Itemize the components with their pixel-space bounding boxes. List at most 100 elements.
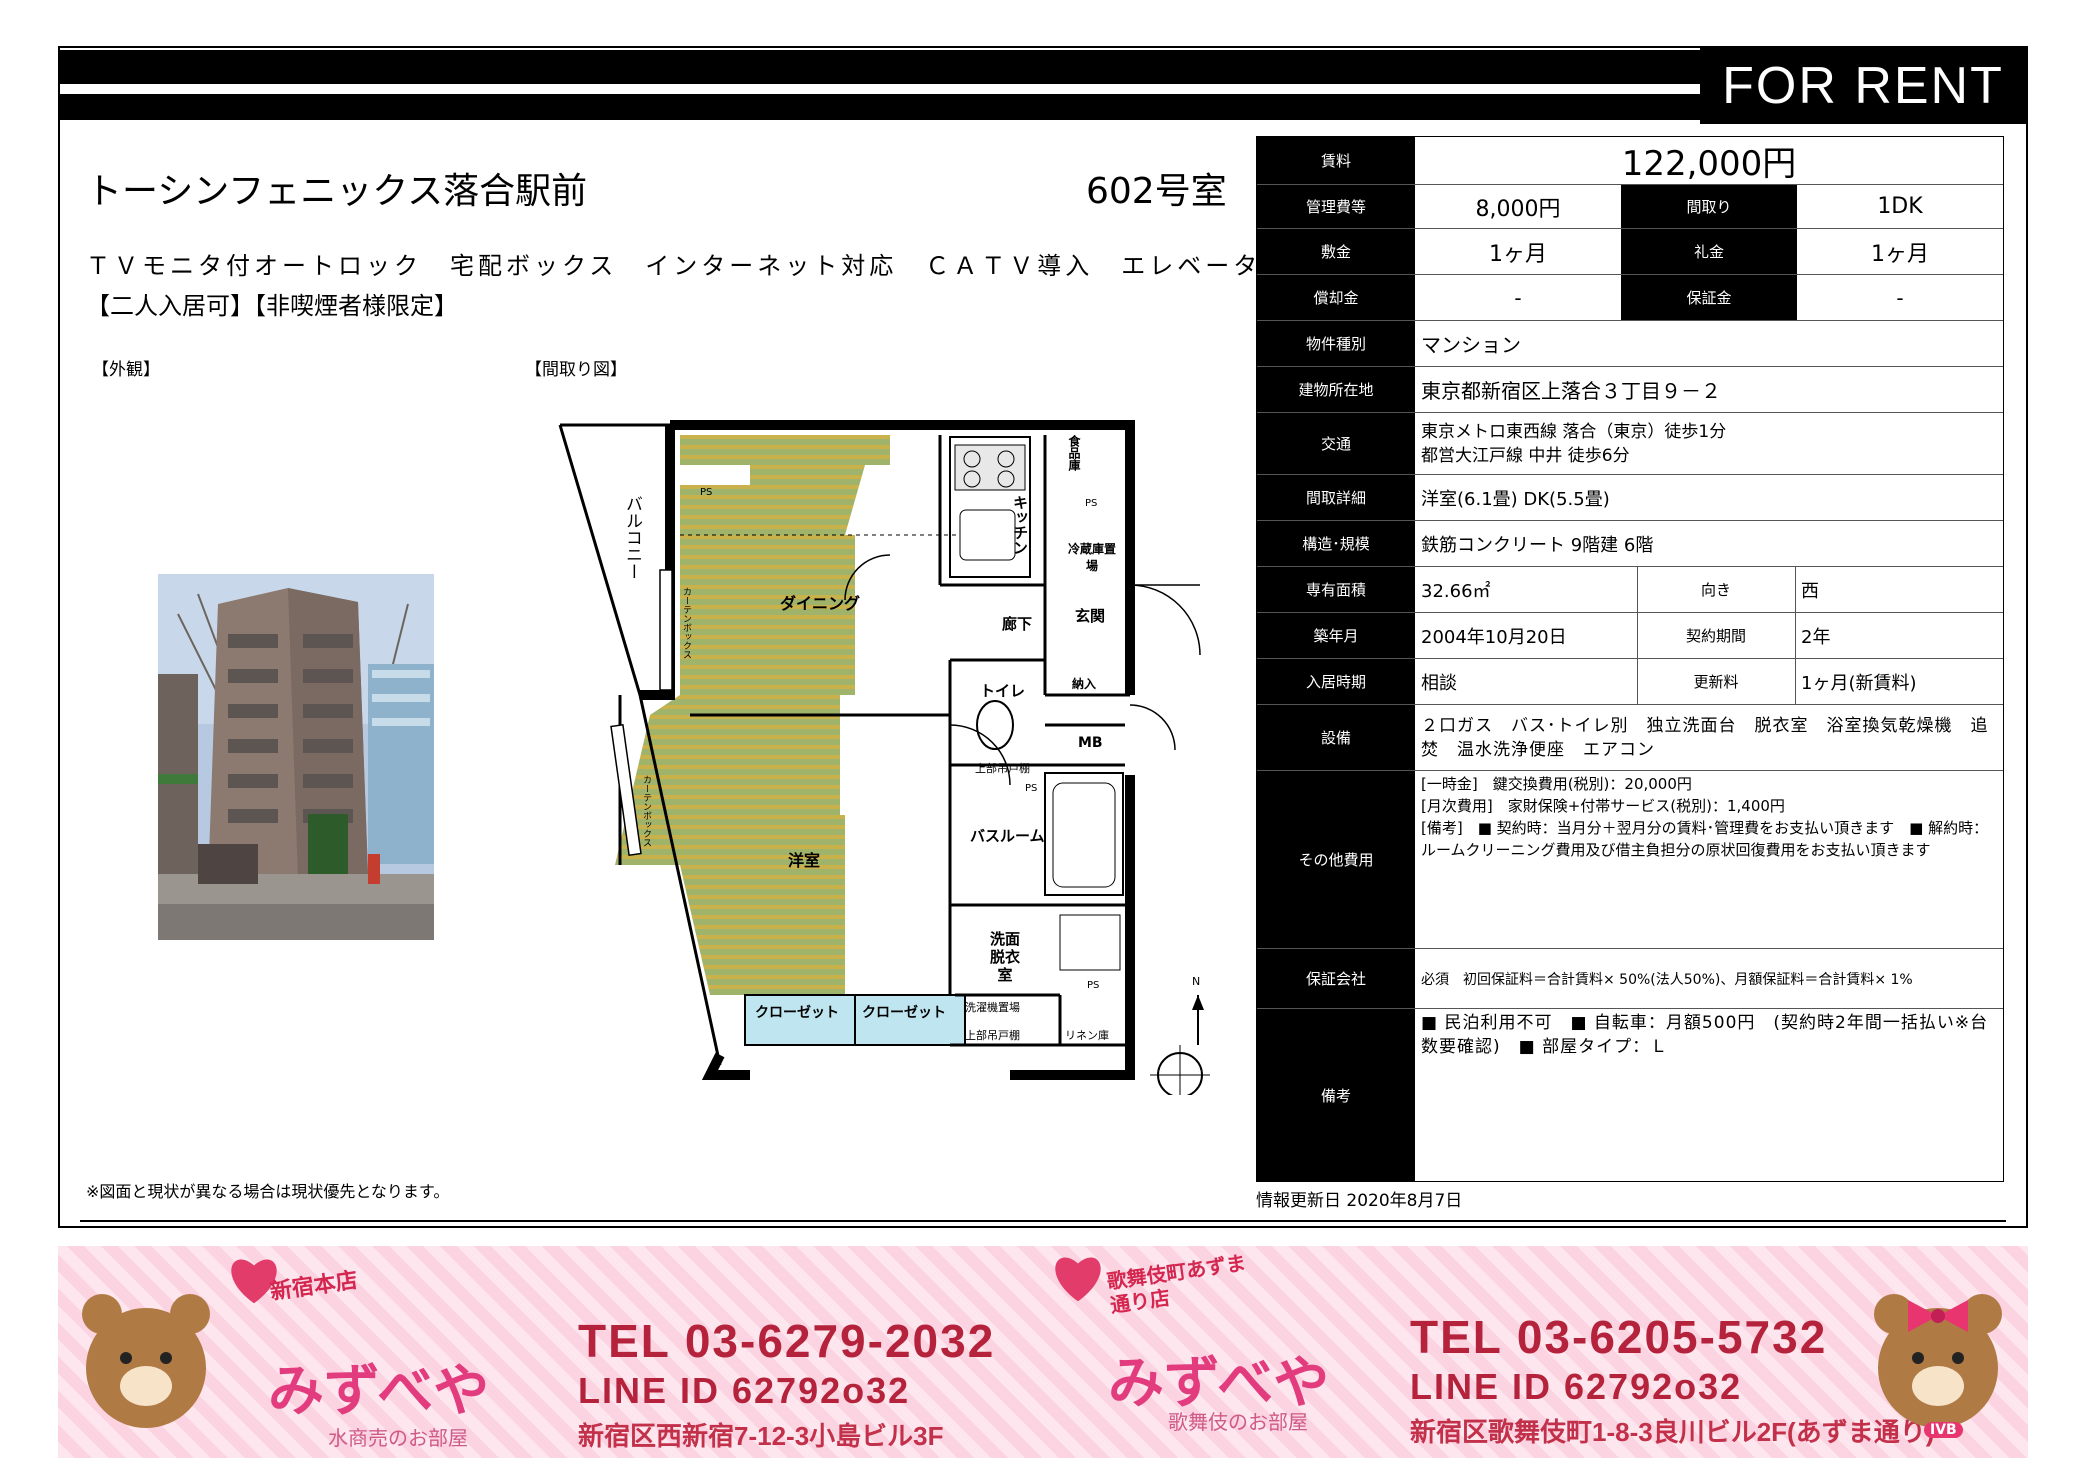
- value-equipment: ２口ガス バス･トイレ別 独立洗面台 脱衣室 浴室換気乾燥機 追焚 温水洗浄便座…: [1421, 715, 1989, 760]
- building-photo-image: [158, 574, 434, 940]
- value-type: マンション: [1421, 333, 1521, 357]
- footer-rule: [80, 1220, 2006, 1222]
- shop1-tel: TEL 03-6279-2032: [578, 1315, 996, 1367]
- row-other-costs: その他費用 [一時金] 鍵交換費用(税別)：20,000円 [月次費用] 家財保…: [1257, 771, 2003, 949]
- fp-storage: 納入: [1072, 677, 1097, 691]
- row-mgmt: 管理費等 8,000円 間取り 1DK: [1257, 185, 2003, 229]
- fp-shelf-1: 上部吊戸棚: [975, 762, 1030, 775]
- value-remarks: ■ 民泊利用不可 ■ 自転車：月額500円 (契約時2年間一括払い※台数要確認)…: [1421, 1013, 1989, 1057]
- shop1-name: みずべや: [268, 1359, 490, 1424]
- label-renewal: 更新料: [1693, 673, 1739, 691]
- other-cost-3: [備考] ■ 契約時：当月分＋翌月分の賃料･管理費をお支払い頂きます ■ 解約時…: [1421, 819, 1989, 859]
- shop1-address: 新宿区西新宿7-12-3小島ビル3F: [578, 1421, 944, 1451]
- floor-plan: バルコニー ダイニング キッチン 食品庫 冷蔵庫置場 廊下 玄関 トイレ 納入 …: [540, 395, 1230, 1105]
- fp-ps-1: PS: [700, 487, 713, 498]
- label-other-costs: その他費用: [1257, 771, 1415, 948]
- other-cost-1: [一時金] 鍵交換費用(税別)：20,000円: [1421, 775, 1692, 793]
- fp-closet-1: クローゼット: [755, 1005, 839, 1021]
- value-built: 2004年10月20日: [1421, 626, 1567, 648]
- bear-badge: IVB: [1924, 1422, 1963, 1438]
- fp-mb: MB: [1078, 735, 1103, 751]
- fp-dining: ダイニング: [780, 594, 861, 613]
- fp-hall: 廊下: [1002, 615, 1033, 633]
- building-photo: [158, 574, 434, 940]
- label-layout: 間取り: [1621, 185, 1797, 228]
- ribbon-icon: [1908, 1300, 1968, 1332]
- bear-mascot-left: [82, 1294, 210, 1428]
- value-term: 2年: [1801, 626, 1831, 648]
- value-transit: 東京メトロ東西線 落合（東京）徒歩1分 都営大江戸線 中井 徒歩6分: [1415, 413, 2003, 474]
- shop2-tel: TEL 03-6205-5732: [1410, 1311, 1828, 1363]
- fp-closet-2: クローゼット: [862, 1005, 946, 1021]
- value-key-money: 1ヶ月: [1871, 241, 1929, 267]
- row-amort: 償却金 - 保証金 -: [1257, 275, 2003, 321]
- label-structure: 構造･規模: [1257, 521, 1415, 566]
- row-guarantor: 保証会社 必須 初回保証料＝合計賃料× 50%(法人50%)、月額保証料＝合計賃…: [1257, 949, 2003, 1009]
- row-address: 建物所在地 東京都新宿区上落合３丁目９－２: [1257, 367, 2003, 413]
- fp-western: 洋室: [788, 851, 821, 870]
- row-rent: 賃料 122,000円: [1257, 137, 2003, 185]
- label-guarantee-money: 保証金: [1621, 275, 1797, 320]
- label-transit: 交通: [1257, 413, 1415, 474]
- fp-fridge: 冷蔵庫置場: [1068, 542, 1117, 573]
- label-movein: 入居時期: [1257, 659, 1415, 704]
- fp-ps-3: PS: [1025, 783, 1038, 794]
- disclaimer-note: ※図面と現状が異なる場合は現状優先となります。: [86, 1182, 450, 1201]
- label-amort: 償却金: [1257, 275, 1415, 320]
- shop2-address: 新宿区歌舞伎町1-8-3良川ビル2F(あずま通り): [1410, 1417, 1935, 1447]
- shop1-sub: 水商売のお部屋: [328, 1426, 468, 1450]
- fp-kitchen: キッチン: [1011, 495, 1029, 555]
- label-direction: 向き: [1700, 581, 1731, 599]
- fp-curtain-2: カーテンボックス: [641, 775, 651, 847]
- value-amort: -: [1514, 285, 1522, 310]
- label-mgmt: 管理費等: [1257, 185, 1415, 228]
- fp-balcony: バルコニー: [622, 495, 642, 580]
- row-transit: 交通 東京メトロ東西線 落合（東京）徒歩1分 都営大江戸線 中井 徒歩6分: [1257, 413, 2003, 475]
- row-built: 築年月 2004年10月20日 契約期間 2年: [1257, 613, 2003, 659]
- value-renewal: 1ヶ月(新賃料): [1801, 672, 1917, 694]
- label-detail: 間取詳細: [1257, 475, 1415, 520]
- label-address: 建物所在地: [1257, 367, 1415, 412]
- fp-north: N: [1192, 975, 1201, 988]
- label-deposit: 敷金: [1257, 229, 1415, 274]
- for-rent-title: FOR RENT: [1700, 48, 2026, 124]
- features-line: ＴＶモニタ付オートロック 宅配ボックス インターネット対応 ＣＡＴＶ導入 エレベ…: [86, 252, 1290, 280]
- row-deposit: 敷金 1ヶ月 礼金 1ヶ月: [1257, 229, 2003, 275]
- value-address: 東京都新宿区上落合３丁目９－２: [1421, 379, 1721, 403]
- conditions-line: 【二人入居可】【非喫煙者様限定】: [86, 292, 458, 320]
- label-equipment: 設備: [1257, 705, 1415, 770]
- value-layout: 1DK: [1877, 194, 1923, 219]
- label-built: 築年月: [1257, 613, 1415, 658]
- label-type: 物件種別: [1257, 321, 1415, 366]
- value-area: 32.66㎡: [1421, 580, 1491, 602]
- heart-icon: [1055, 1257, 1101, 1302]
- exterior-label: 【外観】: [92, 360, 160, 380]
- fp-ps-2: PS: [1085, 498, 1098, 509]
- row-structure: 構造･規模 鉄筋コンクリート 9階建 6階: [1257, 521, 2003, 567]
- updated-date: 情報更新日 2020年8月7日: [1256, 1191, 1463, 1211]
- value-movein: 相談: [1421, 672, 1457, 694]
- row-area: 専有面積 32.66㎡ 向き 西: [1257, 567, 2003, 613]
- building-name: トーシンフェニックス落合駅前: [86, 171, 588, 212]
- value-direction: 西: [1801, 580, 1819, 602]
- fp-shelf-2: 上部吊戸棚: [965, 1029, 1020, 1042]
- floorplan-label: 【間取り図】: [525, 360, 627, 380]
- fp-washer: 洗濯機置場: [965, 1001, 1020, 1014]
- shop1-line-id: LINE ID 62792o32: [578, 1370, 911, 1411]
- value-other-costs: [一時金] 鍵交換費用(税別)：20,000円 [月次費用] 家財保険+付帯サー…: [1415, 771, 2003, 948]
- shop2-sub: 歌舞伎のお部屋: [1168, 1410, 1308, 1434]
- label-area: 専有面積: [1257, 567, 1415, 612]
- row-equipment: 設備 ２口ガス バス･トイレ別 独立洗面台 脱衣室 浴室換気乾燥機 追焚 温水洗…: [1257, 705, 2003, 771]
- value-guarantor: 必須 初回保証料＝合計賃料× 50%(法人50%)、月額保証料＝合計賃料× 1%: [1421, 971, 1913, 988]
- value-mgmt: 8,000円: [1475, 196, 1561, 222]
- row-remarks: 備考 ■ 民泊利用不可 ■ 自転車：月額500円 (契約時2年間一括払い※台数要…: [1257, 1009, 2003, 1181]
- row-type: 物件種別 マンション: [1257, 321, 2003, 367]
- label-key-money: 礼金: [1621, 229, 1797, 274]
- shop-banner: 新宿本店 みずべや 水商売のお部屋 TEL 03-6279-2032 LINE …: [58, 1246, 2028, 1458]
- shop2-line-id: LINE ID 62792o32: [1410, 1366, 1743, 1407]
- fp-ps-4: PS: [1087, 980, 1100, 991]
- fp-washroom: 洗面脱衣室: [989, 930, 1020, 984]
- label-guarantor: 保証会社: [1257, 949, 1415, 1008]
- fp-curtain-1: カーテンボックス: [681, 587, 691, 659]
- fp-entrance: 玄関: [1075, 607, 1106, 625]
